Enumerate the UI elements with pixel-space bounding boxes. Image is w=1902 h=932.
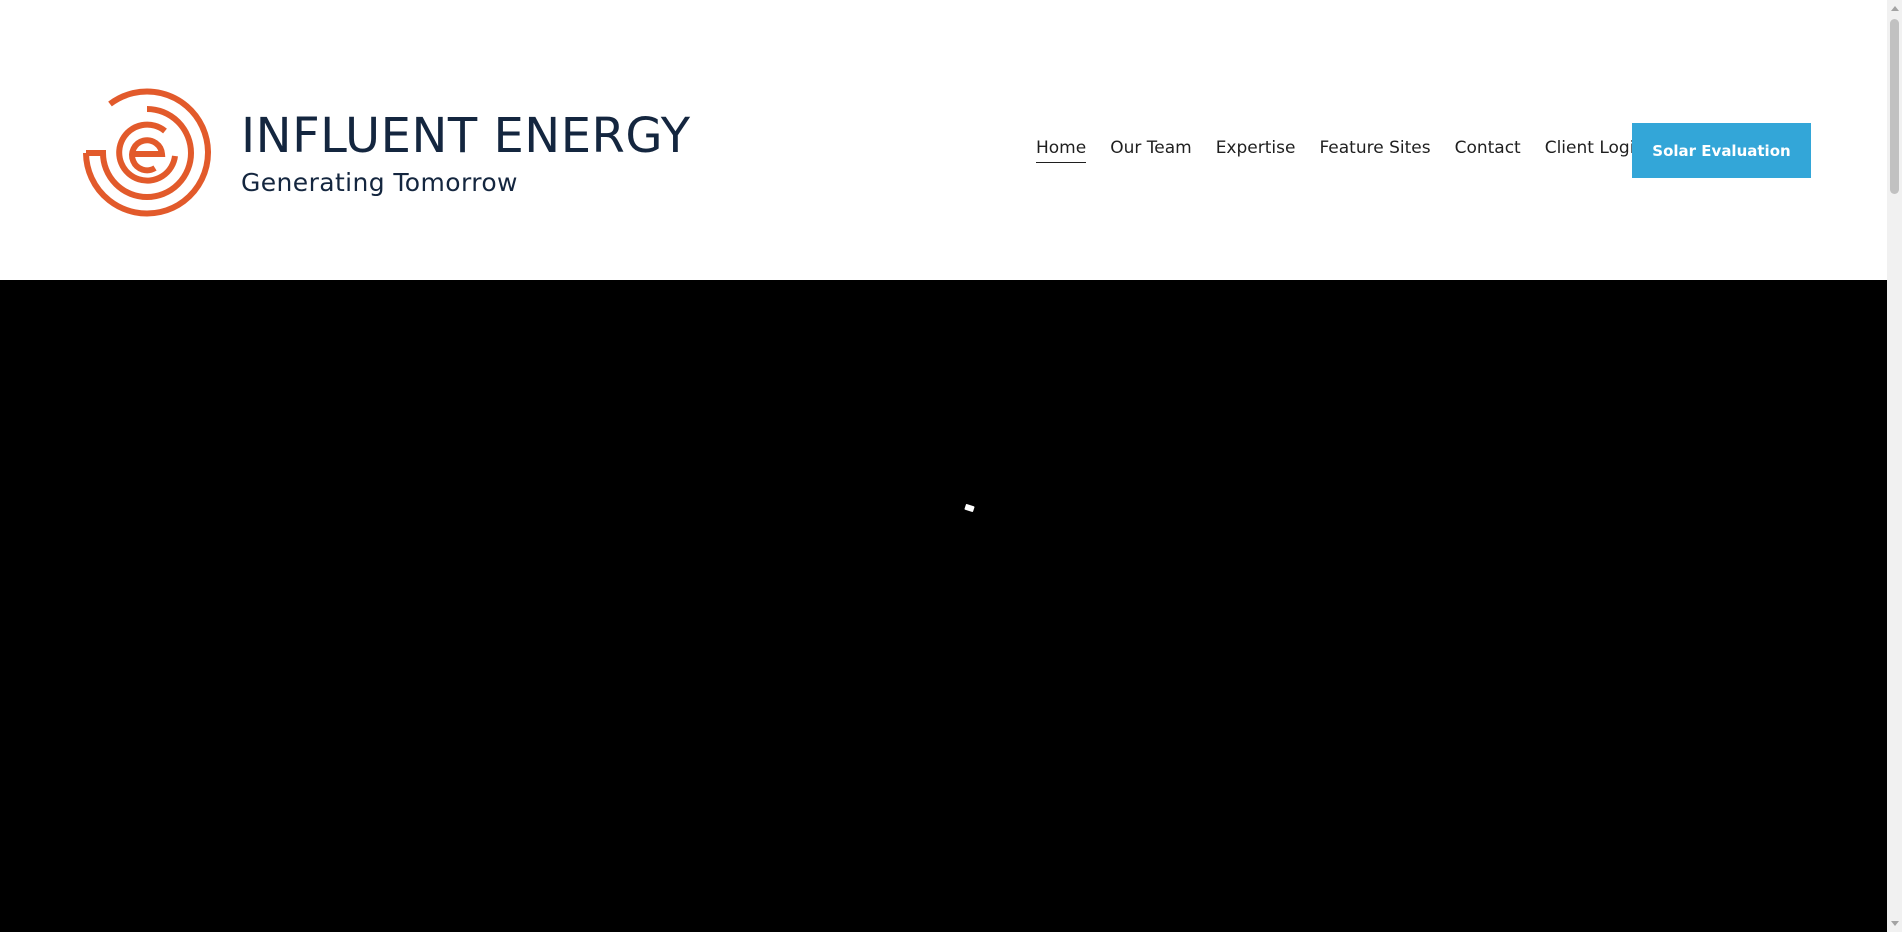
- scrollbar-thumb[interactable]: [1890, 19, 1899, 194]
- nav-item-expertise[interactable]: Expertise: [1216, 138, 1296, 163]
- vertical-scrollbar[interactable]: [1887, 0, 1902, 932]
- nav-item-contact[interactable]: Contact: [1455, 138, 1521, 163]
- logo-text: INFLUENT ENERGY Generating Tomorrow: [241, 112, 691, 195]
- logo-link[interactable]: INFLUENT ENERGY Generating Tomorrow: [80, 86, 691, 220]
- concentric-e-icon: [83, 88, 211, 217]
- scroll-up-arrow-icon[interactable]: [1887, 0, 1902, 17]
- nav-item-home[interactable]: Home: [1036, 138, 1087, 163]
- nav-item-client-login[interactable]: Client Login: [1545, 138, 1645, 163]
- scroll-down-arrow-icon[interactable]: [1887, 915, 1902, 932]
- nav-item-our-team[interactable]: Our Team: [1110, 138, 1191, 163]
- solar-evaluation-button[interactable]: Solar Evaluation: [1632, 123, 1811, 178]
- nav-item-feature-sites[interactable]: Feature Sites: [1319, 138, 1430, 163]
- site-header: INFLUENT ENERGY Generating Tomorrow Home…: [0, 0, 1887, 280]
- loading-spinner-icon: [964, 503, 975, 513]
- hero-video-section: [0, 280, 1887, 932]
- page: INFLUENT ENERGY Generating Tomorrow Home…: [0, 0, 1902, 932]
- main-nav: Home Our Team Expertise Feature Sites Co…: [1036, 123, 1669, 178]
- brand-tagline: Generating Tomorrow: [241, 167, 518, 197]
- brand-name: INFLUENT ENERGY: [241, 107, 691, 164]
